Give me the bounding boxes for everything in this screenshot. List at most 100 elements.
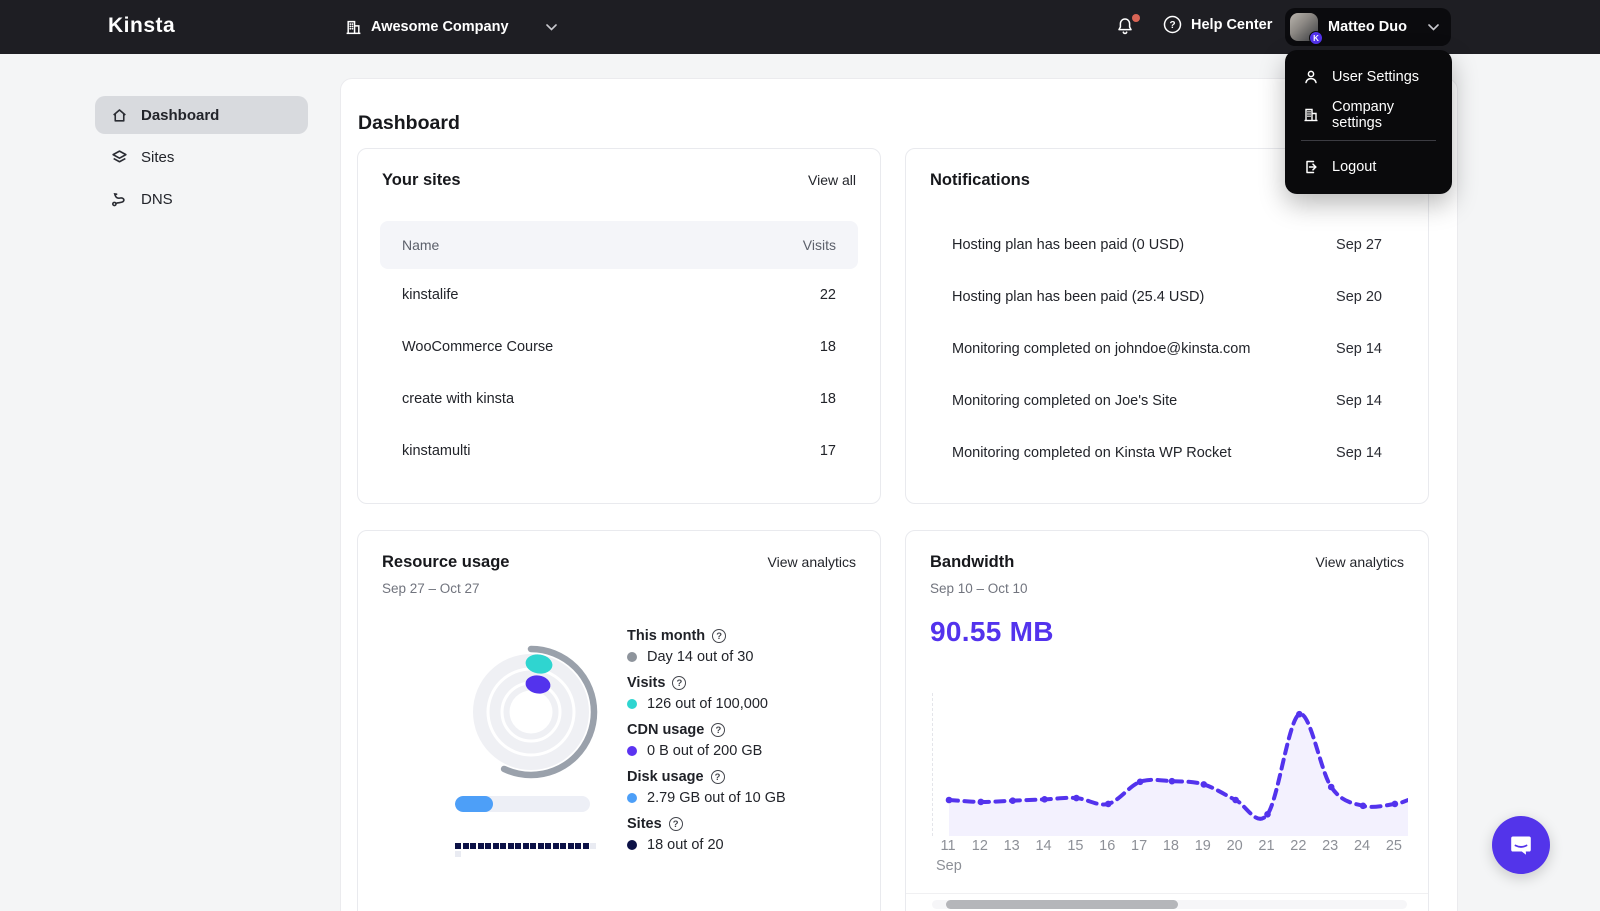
- data-point-marker: [1136, 778, 1144, 786]
- site-usage-segment: [590, 843, 596, 849]
- notification-text: Monitoring completed on Joe's Site: [952, 393, 1178, 409]
- resource-usage-legend: This month Day 14 out of 30 Visits 126 o…: [627, 628, 786, 863]
- table-row[interactable]: kinstalife 22: [380, 269, 858, 321]
- top-bar: Kinsta Awesome Company ? Help Center K M…: [0, 0, 1600, 54]
- help-icon[interactable]: [672, 676, 687, 690]
- x-axis-tick-label: 16: [1099, 838, 1116, 854]
- chevron-down-icon: [1428, 23, 1439, 31]
- legend-label: Sites: [627, 816, 662, 832]
- x-axis-tick-label: 24: [1353, 838, 1371, 854]
- column-visits: Visits: [802, 237, 836, 253]
- column-name: Name: [402, 237, 440, 253]
- site-usage-segment: [470, 843, 476, 849]
- data-point-marker: [1232, 796, 1239, 804]
- site-usage-segment: [567, 843, 574, 849]
- chat-launcher-button[interactable]: [1492, 816, 1550, 874]
- sidebar-item-label: DNS: [141, 190, 173, 208]
- help-icon[interactable]: [711, 723, 726, 737]
- chevron-down-icon: [545, 23, 557, 31]
- legend-label: This month: [627, 628, 706, 644]
- dashboard-cards-grid: Your sites View all Name Visits kinstali…: [357, 148, 1429, 911]
- data-point-marker: [945, 796, 953, 804]
- x-axis-tick-label: 19: [1194, 838, 1211, 854]
- list-item[interactable]: Monitoring completed on Kinsta WP Rocket…: [930, 427, 1404, 479]
- sidebar: Dashboard Sites DNS: [0, 54, 340, 222]
- card-title: Bandwidth: [930, 553, 1015, 571]
- site-usage-segment: [492, 843, 499, 849]
- bandwidth-view-analytics-link[interactable]: View analytics: [1316, 554, 1404, 570]
- data-point-marker: [1009, 797, 1016, 804]
- notifications-list: Hosting plan has been paid (0 USD) Sep 2…: [906, 219, 1428, 479]
- route-icon: [111, 191, 128, 208]
- x-axis-tick-label: 22: [1290, 838, 1307, 854]
- sidebar-item-dns[interactable]: DNS: [95, 180, 308, 218]
- your-sites-view-all-link[interactable]: View all: [808, 172, 856, 188]
- x-axis-tick-label: 14: [1035, 838, 1052, 854]
- table-row[interactable]: create with kinsta 18: [380, 373, 858, 425]
- notification-text: Monitoring completed on Kinsta WP Rocket: [952, 445, 1232, 461]
- list-item[interactable]: Monitoring completed on Joe's Site Sep 1…: [930, 375, 1404, 427]
- list-item[interactable]: Monitoring completed on johndoe@kinsta.c…: [930, 323, 1404, 375]
- menu-item-label: Logout: [1332, 159, 1377, 175]
- notification-date: Sep 14: [1336, 445, 1382, 461]
- site-visits: 17: [819, 443, 836, 459]
- site-visits: 18: [819, 339, 836, 355]
- legend-label: Disk usage: [627, 769, 704, 785]
- help-center-button[interactable]: ? Help Center: [1163, 15, 1272, 34]
- site-name: kinstamulti: [402, 443, 471, 459]
- company-switcher[interactable]: Awesome Company: [345, 12, 557, 42]
- help-icon[interactable]: [712, 629, 727, 643]
- building-icon: [1303, 107, 1319, 123]
- data-point-marker: [1264, 811, 1271, 818]
- sidebar-item-dashboard[interactable]: Dashboard: [95, 96, 308, 134]
- sites-usage-segments: [455, 843, 597, 857]
- notification-date: Sep 27: [1336, 237, 1382, 253]
- help-icon[interactable]: [668, 817, 683, 831]
- disk-usage-progress-bar: [455, 796, 590, 812]
- site-usage-segment: [515, 843, 521, 849]
- notification-text: Monitoring completed on johndoe@kinsta.c…: [952, 341, 1251, 357]
- list-item[interactable]: Hosting plan has been paid (0 USD) Sep 2…: [930, 219, 1404, 271]
- avatar: K: [1290, 13, 1323, 45]
- site-usage-segment: [552, 843, 559, 849]
- bandwidth-x-axis: 11 12 13 14 15 16 17 18 19 20 21 22 23 24 25: [932, 838, 1407, 856]
- data-point-marker: [1296, 710, 1303, 718]
- site-usage-segment: [522, 843, 529, 849]
- bandwidth-date-range: Sep 10 – Oct 10: [930, 581, 1028, 596]
- site-usage-segment: [485, 843, 491, 849]
- notifications-bell-button[interactable]: [1115, 14, 1140, 40]
- legend-label: CDN usage: [627, 722, 705, 738]
- legend-dot: [627, 699, 637, 709]
- legend-item-cdn-usage: CDN usage 0 B out of 200 GB: [627, 722, 786, 759]
- notification-date: Sep 14: [1336, 393, 1382, 409]
- x-axis-tick-label: 13: [1003, 838, 1020, 854]
- site-usage-segment: [500, 843, 506, 849]
- x-axis-month-label: Sep: [936, 858, 962, 874]
- site-usage-segment: [530, 843, 536, 849]
- data-point-marker: [1104, 800, 1112, 808]
- company-name: Awesome Company: [371, 19, 509, 35]
- list-item[interactable]: Hosting plan has been paid (25.4 USD) Se…: [930, 271, 1404, 323]
- table-row[interactable]: kinstamulti 17: [380, 425, 858, 477]
- legend-item-this-month: This month Day 14 out of 30: [627, 628, 786, 665]
- kinsta-logo[interactable]: Kinsta: [108, 14, 175, 38]
- legend-label: Visits: [627, 675, 666, 691]
- x-axis-tick-label: 21: [1258, 838, 1275, 854]
- site-usage-segment: [455, 850, 461, 857]
- layers-icon: [111, 149, 128, 166]
- x-axis-tick-label: 15: [1067, 838, 1084, 854]
- legend-value: 2.79 GB out of 10 GB: [647, 790, 786, 806]
- data-point-marker: [977, 798, 985, 806]
- menu-item-logout[interactable]: Logout: [1285, 148, 1452, 186]
- help-icon[interactable]: [710, 770, 725, 784]
- main-content-panel: Dashboard Your sites View all Name Visit…: [340, 78, 1458, 911]
- user-dropdown-menu: User Settings Company settings Logout: [1285, 50, 1452, 194]
- table-row[interactable]: WooCommerce Course 18: [380, 321, 858, 373]
- site-name: create with kinsta: [402, 391, 515, 407]
- data-point-marker: [1041, 796, 1048, 803]
- chart-scrollbar-thumb[interactable]: [946, 900, 1178, 909]
- menu-item-user-settings[interactable]: User Settings: [1285, 58, 1452, 96]
- sidebar-item-sites[interactable]: Sites: [95, 138, 308, 176]
- account-menu-button[interactable]: K Matteo Duo: [1285, 8, 1451, 46]
- menu-item-company-settings[interactable]: Company settings: [1285, 96, 1452, 134]
